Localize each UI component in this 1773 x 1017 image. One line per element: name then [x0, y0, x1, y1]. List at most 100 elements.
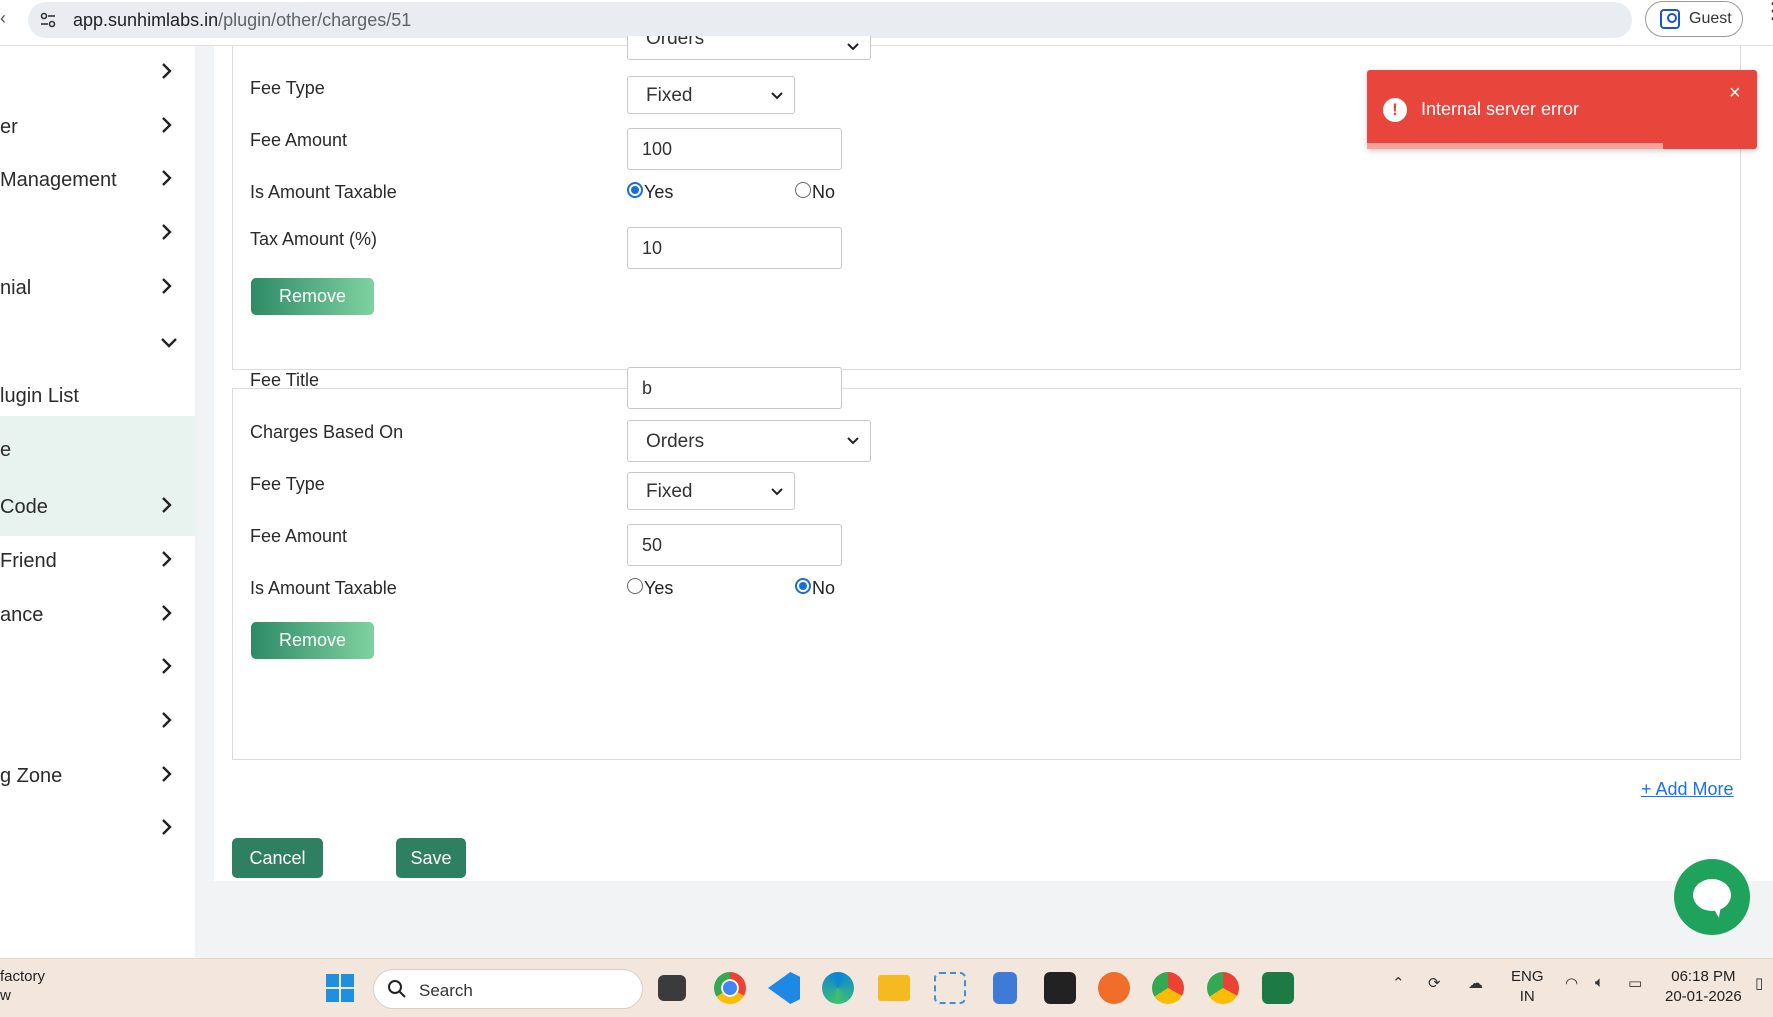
search-icon: [388, 980, 406, 998]
tray-overflow-icon[interactable]: ⌃: [1392, 974, 1405, 992]
error-toast: ! Internal server error ×: [1367, 70, 1757, 149]
task-view-icon[interactable]: [658, 975, 686, 1001]
charges-based-on-select-1[interactable]: Orders: [627, 36, 871, 60]
charges-based-on-value-1: Orders: [646, 36, 705, 49]
fee-type-select-1[interactable]: Fixed: [627, 76, 795, 114]
taxable-yes-radio-2[interactable]: [627, 578, 643, 594]
excel-icon[interactable]: [1262, 972, 1294, 1004]
chrome-profile-icon[interactable]: [1152, 972, 1184, 1004]
charges-based-on-value-2: Orders: [646, 431, 705, 452]
sidebar-item[interactable]: nial: [0, 261, 195, 315]
app-dark-icon[interactable]: [1044, 972, 1076, 1004]
taxable-no-label-2: No: [812, 578, 836, 598]
sidebar-item[interactable]: [0, 207, 195, 261]
sidebar-item[interactable]: ance: [0, 588, 195, 642]
sidebar-item[interactable]: Management: [0, 153, 195, 207]
taskbar-search[interactable]: Search: [373, 969, 643, 1009]
chevron-right-icon: [162, 170, 172, 186]
sidebar-item[interactable]: [0, 316, 195, 370]
save-button[interactable]: Save: [396, 838, 466, 878]
notepad-icon[interactable]: [993, 972, 1017, 1004]
fee-amount-label-1: Fee Amount: [250, 130, 348, 150]
sidebar-item-label: e: [0, 439, 12, 461]
taskbar-widget-line2: w: [0, 987, 11, 1004]
sidebar-item[interactable]: [0, 641, 195, 695]
taxable-yes-label-1: Yes: [644, 182, 674, 202]
sidebar-item[interactable]: e: [0, 423, 195, 477]
sidebar-item[interactable]: [0, 695, 195, 749]
sidebar-item[interactable]: Code: [0, 480, 195, 534]
remove-button-2[interactable]: Remove: [251, 622, 374, 659]
taskbar: factory w Search ⌃ ⟳ ☁ ENG IN ◠ 🔈︎ ▭ 06:…: [0, 958, 1773, 1017]
language-indicator[interactable]: ENG IN: [1511, 967, 1544, 1007]
sidebar-item-label: Friend: [0, 550, 57, 572]
cancel-button[interactable]: Cancel: [232, 838, 323, 878]
fee-type-value-2: Fixed: [646, 481, 693, 502]
battery-icon[interactable]: ▭: [1628, 974, 1642, 992]
taskbar-widget[interactable]: factory w: [0, 967, 45, 1005]
tax-amount-input-1[interactable]: [627, 227, 842, 269]
browser-toolbar: ‹ app.sunhimlabs.in/plugin/other/charges…: [0, 0, 1773, 46]
postman-icon[interactable]: [1098, 972, 1130, 1004]
sidebar-item[interactable]: [0, 802, 195, 856]
volume-icon[interactable]: 🔈︎: [1595, 974, 1604, 991]
sidebar: er Management nial lugin List e Code Friend…: [0, 46, 195, 958]
browser-menu-icon[interactable]: ⋮: [1762, 0, 1773, 22]
chevron-right-icon: [162, 224, 172, 240]
fee-title-label-2: Fee Title: [250, 370, 320, 390]
taxable-no-radio-2[interactable]: [795, 578, 811, 594]
clock-date: 20-01-2026: [1665, 988, 1742, 1005]
profile-button[interactable]: Guest: [1645, 1, 1743, 37]
chrome-icon[interactable]: [714, 972, 746, 1004]
fee-type-value-1: Fixed: [646, 85, 693, 106]
sidebar-item[interactable]: g Zone: [0, 749, 195, 803]
notification-icon[interactable]: ▯: [1755, 974, 1763, 992]
taxable-label-2: Is Amount Taxable: [250, 578, 397, 598]
address-bar[interactable]: app.sunhimlabs.in/plugin/other/charges/5…: [28, 2, 1632, 38]
url-text[interactable]: app.sunhimlabs.in/plugin/other/charges/5…: [73, 10, 411, 31]
add-more-link[interactable]: + Add More: [1641, 779, 1734, 800]
url-host: app.sunhimlabs.in: [73, 10, 219, 30]
wifi-icon[interactable]: ◠: [1565, 974, 1578, 992]
chrome-profile-2-icon[interactable]: [1207, 972, 1239, 1004]
fee-amount-input-1[interactable]: [627, 128, 842, 170]
chat-widget-button[interactable]: [1674, 859, 1750, 935]
fee-type-select-2[interactable]: Fixed: [627, 472, 795, 510]
taxable-no-radio-1[interactable]: [795, 182, 811, 198]
url-path: /plugin/other/charges/51: [218, 10, 412, 30]
sidebar-item[interactable]: er: [0, 100, 195, 154]
taxable-yes-radio-1[interactable]: [627, 182, 643, 198]
sidebar-item-label: g Zone: [0, 765, 63, 787]
fee-title-input-2[interactable]: [627, 367, 842, 409]
language-line1: ENG: [1511, 968, 1544, 985]
site-settings-icon[interactable]: [38, 10, 58, 30]
snipping-tool-icon[interactable]: [934, 972, 966, 1004]
language-line2: IN: [1519, 988, 1535, 1005]
chevron-down-icon: [771, 92, 783, 100]
sidebar-item-label: er: [0, 116, 18, 138]
chat-icon-tail: [1709, 904, 1721, 918]
sync-icon[interactable]: ⟳: [1428, 974, 1441, 992]
error-icon: !: [1383, 98, 1407, 122]
profile-label: Guest: [1689, 10, 1732, 27]
sidebar-item[interactable]: Friend: [0, 534, 195, 588]
windows-start-icon[interactable]: [326, 974, 354, 1002]
edge-icon[interactable]: [822, 972, 854, 1004]
sidebar-item[interactable]: lugin List: [0, 369, 195, 423]
chevron-right-icon: [162, 551, 172, 567]
back-arrow-icon[interactable]: ‹: [0, 8, 10, 29]
tax-amount-label-1: Tax Amount (%): [250, 229, 378, 249]
toast-progress-bar: [1367, 143, 1757, 149]
close-icon[interactable]: ×: [1729, 82, 1741, 105]
clock-time: 06:18 PM: [1671, 968, 1736, 985]
chevron-down-icon: [847, 43, 859, 51]
remove-button-1[interactable]: Remove: [251, 278, 374, 315]
onedrive-icon[interactable]: ☁: [1468, 974, 1483, 992]
charges-based-on-select-2[interactable]: Orders: [627, 420, 871, 462]
vscode-icon[interactable]: [768, 972, 800, 1004]
clock[interactable]: 06:18 PM 20-01-2026: [1665, 967, 1742, 1007]
fee-amount-input-2[interactable]: [627, 524, 842, 566]
sidebar-item[interactable]: [0, 46, 195, 100]
sidebar-item-label: Code: [0, 496, 48, 518]
file-explorer-icon[interactable]: [878, 975, 910, 1001]
